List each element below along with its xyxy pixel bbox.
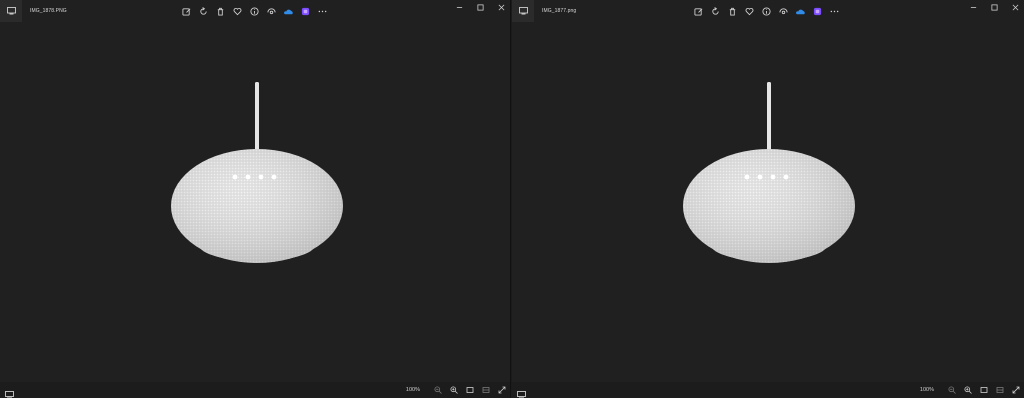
edit-image-icon[interactable] [694, 7, 703, 16]
film-strip-icon[interactable] [517, 386, 526, 398]
zoom-level: 100% [405, 386, 420, 393]
visual-search-icon[interactable] [779, 7, 788, 16]
fit-to-window-icon[interactable] [979, 385, 988, 394]
more-options-icon[interactable] [318, 7, 327, 16]
photos-window-left: IMG_1878.PNG 100% [0, 0, 511, 398]
clipchamp-icon[interactable] [813, 7, 822, 16]
status-bar: 100% [0, 382, 510, 398]
maximize-icon[interactable] [476, 3, 485, 12]
file-name: IMG_1877.png [542, 8, 577, 14]
toolbar [182, 4, 327, 18]
fullscreen-icon[interactable] [1011, 385, 1020, 394]
onedrive-icon[interactable] [284, 7, 293, 16]
fullscreen-icon[interactable] [497, 385, 506, 394]
delete-icon[interactable] [216, 7, 225, 16]
status-bar: 100% [512, 382, 1024, 398]
film-strip-icon[interactable] [5, 386, 14, 398]
minimize-icon[interactable] [969, 3, 978, 12]
close-icon[interactable] [497, 3, 506, 12]
speaker-image [683, 82, 855, 263]
film-view-icon[interactable] [995, 385, 1004, 394]
rotate-icon[interactable] [199, 6, 208, 16]
clipchamp-icon[interactable] [301, 7, 310, 16]
image-canvas[interactable] [0, 22, 510, 382]
zoom-level: 100% [919, 386, 934, 393]
speaker-image [171, 82, 343, 263]
close-icon[interactable] [1011, 3, 1020, 12]
rotate-icon[interactable] [711, 6, 720, 16]
zoom-out-icon[interactable] [947, 385, 956, 394]
zoom-in-icon[interactable] [963, 385, 972, 394]
window-controls [969, 3, 1020, 12]
edit-image-icon[interactable] [182, 7, 191, 16]
zoom-out-icon[interactable] [433, 385, 442, 394]
photos-app-icon[interactable] [512, 0, 534, 22]
info-icon[interactable] [250, 6, 259, 16]
favorite-icon[interactable] [745, 7, 754, 16]
window-controls [455, 3, 506, 12]
minimize-icon[interactable] [455, 3, 464, 12]
zoom-in-icon[interactable] [449, 385, 458, 394]
favorite-icon[interactable] [233, 7, 242, 16]
film-view-icon[interactable] [481, 385, 490, 394]
onedrive-icon[interactable] [796, 7, 805, 16]
maximize-icon[interactable] [990, 3, 999, 12]
toolbar [694, 4, 839, 18]
file-name: IMG_1878.PNG [30, 8, 67, 14]
delete-icon[interactable] [728, 7, 737, 16]
info-icon[interactable] [762, 6, 771, 16]
visual-search-icon[interactable] [267, 7, 276, 16]
photos-window-right: IMG_1877.png 100% [512, 0, 1024, 398]
photos-app-icon[interactable] [0, 0, 22, 22]
fit-to-window-icon[interactable] [465, 385, 474, 394]
more-options-icon[interactable] [830, 7, 839, 16]
image-canvas[interactable] [512, 22, 1024, 382]
